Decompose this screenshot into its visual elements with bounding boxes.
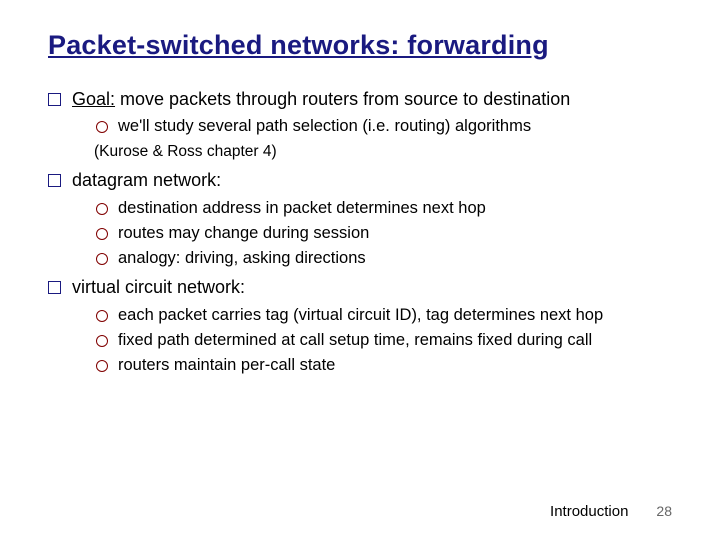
sublist-vc: each packet carries tag (virtual circuit… <box>72 304 672 377</box>
sublist-datagram: destination address in packet determines… <box>72 197 672 270</box>
bullet-item-goal: Goal: move packets through routers from … <box>48 87 672 162</box>
vc-label: virtual circuit network: <box>72 277 245 297</box>
slide-footer: Introduction 28 <box>550 503 672 520</box>
goal-text: move packets through routers from source… <box>115 89 570 109</box>
subitem: destination address in packet determines… <box>96 197 672 219</box>
goal-label: Goal: <box>72 89 115 109</box>
subitem: each packet carries tag (virtual circuit… <box>96 304 672 326</box>
bullet-list-level1: Goal: move packets through routers from … <box>48 87 672 376</box>
page-number: 28 <box>656 503 672 519</box>
bullet-item-vc: virtual circuit network: each packet car… <box>48 275 672 376</box>
subitem: analogy: driving, asking directions <box>96 247 672 269</box>
subitem: routers maintain per-call state <box>96 354 672 376</box>
subitem: we'll study several path selection (i.e.… <box>96 115 672 137</box>
footer-section: Introduction <box>550 503 628 520</box>
datagram-label: datagram network: <box>72 170 221 190</box>
reference-note: (Kurose & Ross chapter 4) <box>72 141 672 163</box>
sublist-goal: we'll study several path selection (i.e.… <box>72 115 672 137</box>
bullet-item-datagram: datagram network: destination address in… <box>48 168 672 269</box>
subitem: routes may change during session <box>96 222 672 244</box>
subitem: fixed path determined at call setup time… <box>96 329 672 351</box>
slide-title: Packet-switched networks: forwarding <box>48 30 672 61</box>
